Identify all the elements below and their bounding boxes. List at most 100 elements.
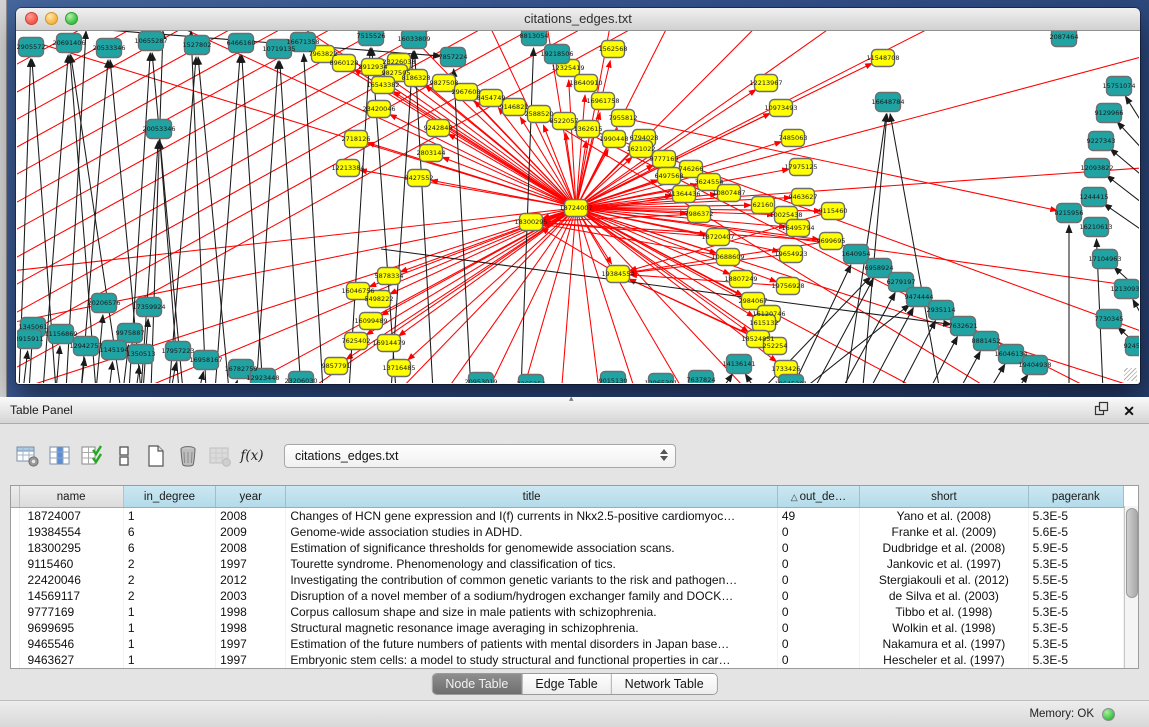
column-header-name[interactable]: name (19, 486, 123, 508)
table-cell: 0 (777, 588, 859, 604)
tab-node-table[interactable]: Node Table (432, 674, 522, 694)
node-label: 1362615 (574, 125, 603, 133)
table-cell: 0 (777, 620, 859, 636)
link-edge[interactable] (136, 366, 139, 383)
node-label: 8454749 (477, 94, 506, 102)
link-edge[interactable] (745, 374, 756, 383)
row-options-icon[interactable] (110, 441, 138, 471)
node-label: 6794028 (630, 134, 659, 142)
citation-edge[interactable] (408, 208, 576, 360)
network-graph[interactable]: 1872400779638228960128891293423226038982… (17, 31, 1139, 383)
link-edge[interactable] (372, 48, 396, 383)
minimize-window-button[interactable] (45, 12, 58, 25)
column-header-year[interactable]: year (216, 486, 286, 508)
node-label: 19384554 (601, 270, 634, 278)
table-cell: 9115460 (19, 556, 123, 572)
float-panel-icon[interactable] (1094, 401, 1109, 421)
link-edge[interactable] (890, 114, 939, 383)
node-label: 13716485 (382, 364, 415, 372)
row-margin (11, 652, 19, 668)
link-edge[interactable] (721, 374, 732, 383)
table-row[interactable]: 946554611997Estimation of the future num… (11, 636, 1124, 652)
link-edge[interactable] (1016, 375, 1028, 383)
link-edge[interactable] (256, 61, 278, 383)
window-resize-grip[interactable] (1124, 368, 1137, 381)
column-header-title[interactable]: title (286, 486, 778, 508)
panel-divider-grip[interactable]: ▴ (569, 393, 574, 404)
link-edge[interactable] (1125, 96, 1139, 129)
table-row[interactable]: 1456911722003Disruption of a novel membe… (11, 588, 1124, 604)
table-cell: Nakamura et al. (1997) (860, 636, 1029, 652)
link-edge[interactable] (280, 61, 301, 383)
network-canvas[interactable]: 1872400779638228960128891293423226038982… (17, 31, 1139, 383)
node-label: 16648784 (871, 98, 904, 106)
node-label: 16958167 (189, 356, 222, 364)
close-panel-icon[interactable]: ✕ (1123, 403, 1135, 419)
network-window[interactable]: citations_edges.txt 18724007796382289601… (16, 8, 1140, 384)
node-table: name in_degree year title △out_de… short… (10, 485, 1139, 669)
citation-edge[interactable] (390, 114, 576, 208)
node-label: 12093822 (1080, 164, 1113, 172)
table-row[interactable]: 969969511998Structural magnetic resonanc… (11, 620, 1124, 636)
table-cell: 5.3E-5 (1028, 604, 1123, 620)
new-table-icon[interactable] (142, 441, 170, 471)
link-edge[interactable] (109, 362, 113, 383)
table-vertical-scrollbar[interactable] (1124, 506, 1138, 668)
function-builder-icon[interactable]: f(x) (238, 441, 266, 471)
link-edge[interactable] (151, 31, 163, 383)
scrollbar-thumb[interactable] (1126, 508, 1138, 598)
link-edge[interactable] (198, 57, 229, 383)
table-selector-dropdown[interactable]: citations_edges.txt (284, 444, 676, 468)
select-column-icon[interactable] (78, 441, 106, 471)
tab-network-table[interactable]: Network Table (612, 674, 717, 694)
link-edge[interactable] (234, 380, 237, 383)
delete-table-icon[interactable] (174, 441, 202, 471)
tab-edge-table[interactable]: Edge Table (522, 674, 611, 694)
link-edge[interactable] (989, 364, 1005, 383)
link-edge[interactable] (191, 31, 206, 383)
network-window-titlebar[interactable]: citations_edges.txt (16, 8, 1140, 31)
column-header-in-degree[interactable]: in_degree (123, 486, 215, 508)
link-edge[interactable] (415, 51, 433, 383)
link-edge[interactable] (1133, 299, 1139, 323)
link-edge[interactable] (199, 372, 203, 383)
table-cell: de Silva et al. (2003) (860, 588, 1029, 604)
citation-edge[interactable] (17, 208, 576, 281)
link-edge[interactable] (899, 321, 935, 383)
link-edge[interactable] (81, 60, 108, 383)
table-row[interactable]: 946362711997Embryonic stem cells: a mode… (11, 652, 1124, 668)
table-cell: 9777169 (19, 604, 123, 620)
column-header-pagerank[interactable]: pagerank (1028, 486, 1123, 508)
link-edge[interactable] (1110, 149, 1139, 179)
link-edge[interactable] (959, 352, 980, 383)
modify-table-icon[interactable] (14, 441, 42, 471)
link-edge[interactable] (1106, 175, 1139, 206)
table-row[interactable]: 977716911998Corpus callosum shape and si… (11, 604, 1124, 620)
node-label: 1350513 (127, 350, 156, 358)
zoom-window-button[interactable] (65, 12, 78, 25)
show-column-icon[interactable] (46, 441, 74, 471)
close-window-button[interactable] (25, 12, 38, 25)
citation-edge[interactable] (569, 80, 576, 208)
link-edge[interactable] (169, 57, 196, 383)
column-header-out-degree[interactable]: △out_de… (777, 486, 859, 508)
link-edge[interactable] (171, 363, 176, 383)
link-edge[interactable] (929, 337, 957, 383)
table-row[interactable]: 1830029562008Estimation of significance … (11, 540, 1124, 556)
citation-edge[interactable] (576, 208, 1139, 383)
link-edge[interactable] (1117, 122, 1139, 153)
table-row[interactable]: 1938455462009Genome-wide association stu… (11, 524, 1124, 540)
column-header-short[interactable]: short (860, 486, 1029, 508)
citation-edge[interactable] (399, 208, 576, 336)
citation-edge[interactable] (576, 208, 1139, 383)
table-row[interactable]: 911546021997Tourette syndrome. Phenomeno… (11, 556, 1124, 572)
citation-edge[interactable] (630, 275, 788, 286)
table-row[interactable]: 2242004622012Investigating the contribut… (11, 572, 1124, 588)
link-edge[interactable] (304, 54, 323, 383)
link-edge[interactable] (23, 351, 28, 383)
node-label: 8215956 (1055, 209, 1084, 217)
table-row[interactable]: 1872400712008Changes of HCN gene express… (11, 508, 1124, 525)
table-cell: 9463627 (19, 652, 123, 668)
table-cell: Investigating the contribution of common… (286, 572, 778, 588)
node-label: 18640910 (569, 79, 602, 87)
